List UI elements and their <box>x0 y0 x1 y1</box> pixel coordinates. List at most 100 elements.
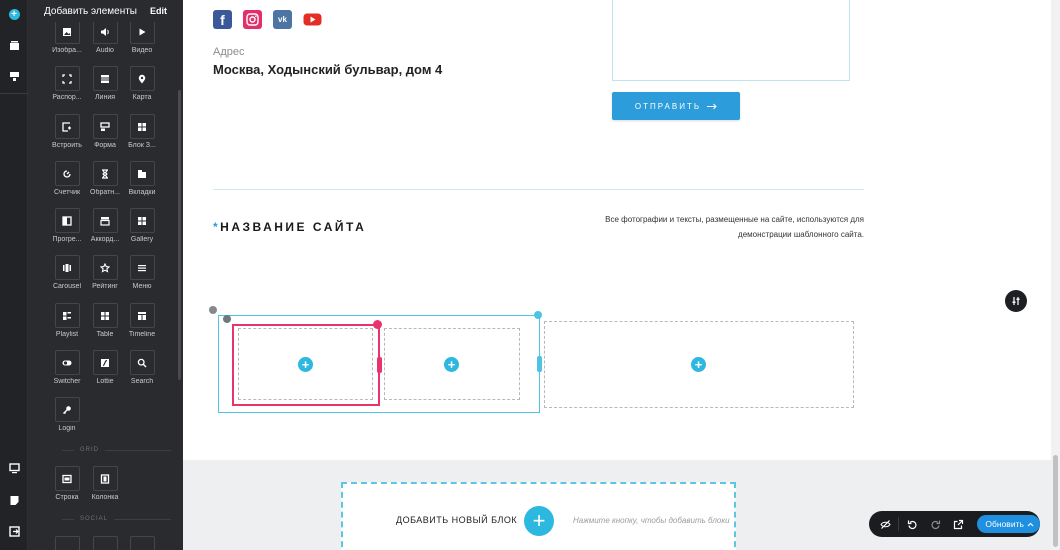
block-settings-button[interactable] <box>1005 290 1027 312</box>
redo-button[interactable] <box>925 513 946 535</box>
undo-button[interactable] <box>901 513 922 535</box>
chevron-up-icon <box>1027 522 1034 526</box>
update-button-label: Обновить <box>985 519 1024 529</box>
page-scrollbar-thumb[interactable] <box>1053 455 1058 547</box>
row-options-handle[interactable] <box>534 311 542 319</box>
tabs-icon <box>138 169 146 178</box>
element-login[interactable]: Login <box>44 397 90 432</box>
gallery-icon <box>138 216 146 225</box>
facebook-icon[interactable]: f <box>213 10 232 29</box>
add-element-button-1[interactable]: + <box>298 357 313 372</box>
bottom-toolbar: Обновить <box>869 511 1040 537</box>
element-label: Timeline <box>128 331 156 338</box>
edit-button[interactable]: Edit <box>150 6 167 16</box>
spacer-icon <box>62 73 72 84</box>
add-elements-rail-button[interactable]: + <box>0 0 28 28</box>
panel-title: Добавить элементы <box>44 5 137 17</box>
add-element-button-2[interactable]: + <box>444 357 459 372</box>
accordion-icon <box>100 216 110 226</box>
switcher-icon <box>62 360 72 365</box>
exit-rail-button[interactable] <box>0 517 28 545</box>
audio-icon <box>101 27 109 36</box>
element-label: Видео <box>131 47 153 54</box>
left-rail: + <box>0 0 28 550</box>
preview-button[interactable] <box>948 513 969 535</box>
preview-rail-button[interactable] <box>0 454 28 482</box>
line-icon <box>101 74 109 83</box>
element-search[interactable]: Search <box>119 350 165 385</box>
counter-icon <box>63 169 71 178</box>
add-block-button[interactable]: + <box>524 506 554 536</box>
site-name[interactable]: *НАЗВАНИЕ САЙТА <box>213 220 366 234</box>
pages-rail-button[interactable] <box>0 486 28 514</box>
cell-remove-handle[interactable] <box>373 320 382 329</box>
add-element-button-3[interactable]: + <box>691 357 706 372</box>
element-block[interactable]: Блок З... <box>119 114 165 149</box>
social-section-title: SOCIAL <box>28 516 183 522</box>
monitor-icon <box>8 462 20 473</box>
element-label: Login <box>58 425 76 432</box>
progress-icon <box>62 215 72 226</box>
menu-icon <box>138 264 146 271</box>
element-label: Gallery <box>130 236 154 243</box>
element-label: Блок З... <box>128 142 156 149</box>
hide-toolbar-button[interactable] <box>875 513 896 535</box>
sections-rail-button[interactable] <box>0 62 28 90</box>
element-map[interactable]: Карта <box>119 66 165 101</box>
hourglass-icon <box>102 168 108 179</box>
element-video[interactable]: Видео <box>119 19 165 54</box>
panel-header: Добавить элементы Edit <box>28 0 183 22</box>
panel-scrollbar[interactable] <box>178 90 181 380</box>
add-block-title: ДОБАВИТЬ НОВЫЙ БЛОК <box>396 515 518 525</box>
form-icon <box>100 121 110 131</box>
playlist-icon <box>63 311 71 320</box>
send-button-label: ОТПРАВИТЬ <box>634 101 702 111</box>
key-icon <box>63 405 71 414</box>
image-icon <box>63 27 71 36</box>
block-icon <box>138 122 146 131</box>
address-value: Москва, Ходынский бульвар, дом 4 <box>213 62 443 77</box>
add-block-hint: Нажмите кнопку, чтобы добавить блоки <box>573 516 730 525</box>
youtube-icon[interactable] <box>303 10 322 29</box>
element-column[interactable]: Колонка <box>82 466 128 501</box>
element-label: Меню <box>132 283 152 290</box>
site-name-text: НАЗВАНИЕ САЙТА <box>220 220 367 234</box>
add-new-block[interactable]: ДОБАВИТЬ НОВЫЙ БЛОК + Нажмите кнопку, чт… <box>341 482 736 550</box>
page-canvas: f vk Адрес Москва, Ходынский бульвар, до… <box>183 0 1051 550</box>
element-gallery[interactable]: Gallery <box>119 208 165 243</box>
update-button[interactable]: Обновить <box>977 515 1040 533</box>
vk-icon[interactable]: vk <box>273 10 292 29</box>
element-menu[interactable]: Меню <box>119 255 165 290</box>
eye-off-icon <box>880 519 891 529</box>
element-tabs[interactable]: Вкладки <box>119 161 165 196</box>
elements-panel: Добавить элементы Edit Изобра... Audio В… <box>28 0 183 550</box>
row-icon <box>62 474 72 483</box>
element-social-3[interactable] <box>119 536 165 550</box>
table-icon <box>101 311 109 320</box>
column-icon <box>100 473 110 484</box>
add-circle-icon: + <box>8 8 20 20</box>
blocks-icon <box>9 40 19 50</box>
row-resize-handle[interactable] <box>537 356 542 372</box>
star-icon <box>100 262 110 273</box>
element-label: Search <box>130 378 154 385</box>
element-timeline[interactable]: Timeline <box>119 303 165 338</box>
send-button[interactable]: ОТПРАВИТЬ <box>612 92 740 120</box>
search-icon <box>137 358 147 367</box>
address-label: Адрес <box>213 46 245 58</box>
blocks-rail-button[interactable] <box>0 31 28 59</box>
carousel-icon <box>63 263 71 272</box>
row-drag-handle[interactable] <box>209 306 217 314</box>
column-drag-handle[interactable] <box>223 315 231 323</box>
sliders-icon <box>1012 297 1020 305</box>
message-textarea[interactable] <box>612 0 850 81</box>
cell-resize-handle[interactable] <box>377 357 382 373</box>
divider <box>213 189 864 190</box>
disclaimer-line-2: демонстрации шаблонного сайта. <box>738 230 864 239</box>
arrow-right-icon <box>707 103 717 109</box>
undo-icon <box>907 520 917 529</box>
element-label: Вкладки <box>128 189 156 196</box>
page-scrollbar[interactable] <box>1051 0 1060 550</box>
instagram-icon[interactable] <box>243 10 262 29</box>
external-link-icon <box>954 519 964 529</box>
